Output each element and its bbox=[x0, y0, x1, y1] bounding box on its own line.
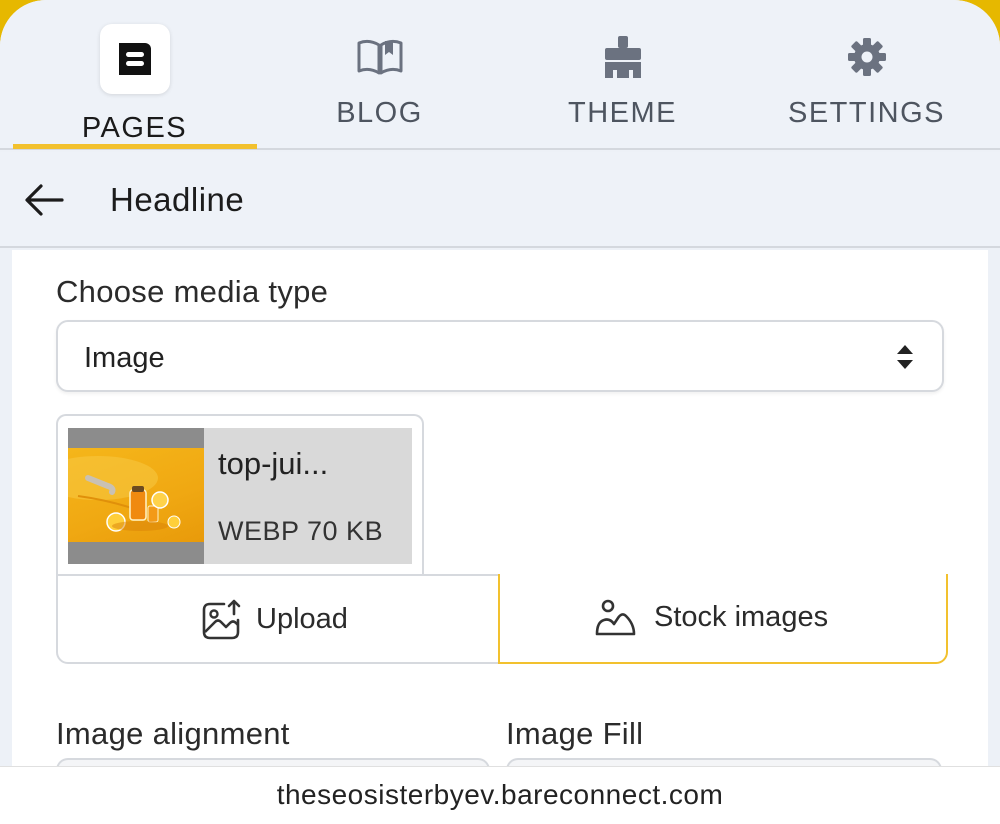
tab-label: SETTINGS bbox=[787, 97, 945, 129]
book-icon bbox=[352, 32, 408, 82]
tab-label: THEME bbox=[568, 97, 677, 129]
image-fill-label: Image Fill bbox=[506, 716, 644, 751]
paint-brush-icon bbox=[595, 32, 651, 82]
media-type-label: Choose media type bbox=[56, 274, 329, 309]
media-file-info: top-jui... WEBP 70 KB bbox=[68, 428, 412, 564]
image-alignment-label: Image alignment bbox=[56, 716, 290, 751]
media-type-value: Image bbox=[84, 342, 165, 374]
app-frame: PAGES BLOG THEME SETTINGS Headline Choos… bbox=[0, 0, 1000, 824]
tab-pages[interactable]: PAGES bbox=[12, 0, 257, 150]
stock-images-label: Stock images bbox=[654, 601, 829, 633]
active-tab-indicator bbox=[13, 144, 257, 149]
tab-theme[interactable]: THEME bbox=[500, 0, 745, 150]
browser-url-bar[interactable]: theseosisterbyev.bareconnect.com bbox=[0, 766, 1000, 824]
image-source-buttons: Upload Stock images bbox=[56, 574, 948, 664]
url-text: theseosisterbyev.bareconnect.com bbox=[276, 779, 724, 810]
tab-settings[interactable]: SETTINGS bbox=[744, 0, 989, 150]
top-tab-bar: PAGES BLOG THEME SETTINGS bbox=[0, 0, 1000, 150]
pages-icon bbox=[99, 24, 170, 94]
file-meta: WEBP 70 KB bbox=[218, 516, 384, 546]
file-name: top-jui... bbox=[218, 446, 329, 481]
tab-label: BLOG bbox=[336, 97, 423, 129]
tab-label: PAGES bbox=[81, 112, 188, 144]
section-header: Headline bbox=[0, 152, 1000, 248]
upload-label: Upload bbox=[256, 603, 348, 635]
back-button[interactable] bbox=[22, 178, 66, 222]
upload-button[interactable]: Upload bbox=[56, 574, 500, 664]
stock-images-button[interactable]: Stock images bbox=[498, 574, 948, 664]
stock-images-icon bbox=[595, 599, 636, 636]
juice-image bbox=[68, 448, 204, 542]
page-title: Headline bbox=[110, 181, 245, 218]
image-upload-icon bbox=[202, 599, 241, 640]
gear-icon bbox=[839, 32, 895, 82]
tab-blog[interactable]: BLOG bbox=[257, 0, 502, 150]
editor-panel: Choose media type Image top-jui... WEBP … bbox=[12, 250, 988, 778]
media-type-select[interactable]: Image bbox=[56, 320, 944, 392]
arrow-left-icon bbox=[25, 184, 64, 216]
image-thumbnail bbox=[68, 428, 204, 564]
select-arrows-icon bbox=[897, 345, 913, 369]
media-preview-card[interactable]: top-jui... WEBP 70 KB bbox=[56, 414, 424, 576]
